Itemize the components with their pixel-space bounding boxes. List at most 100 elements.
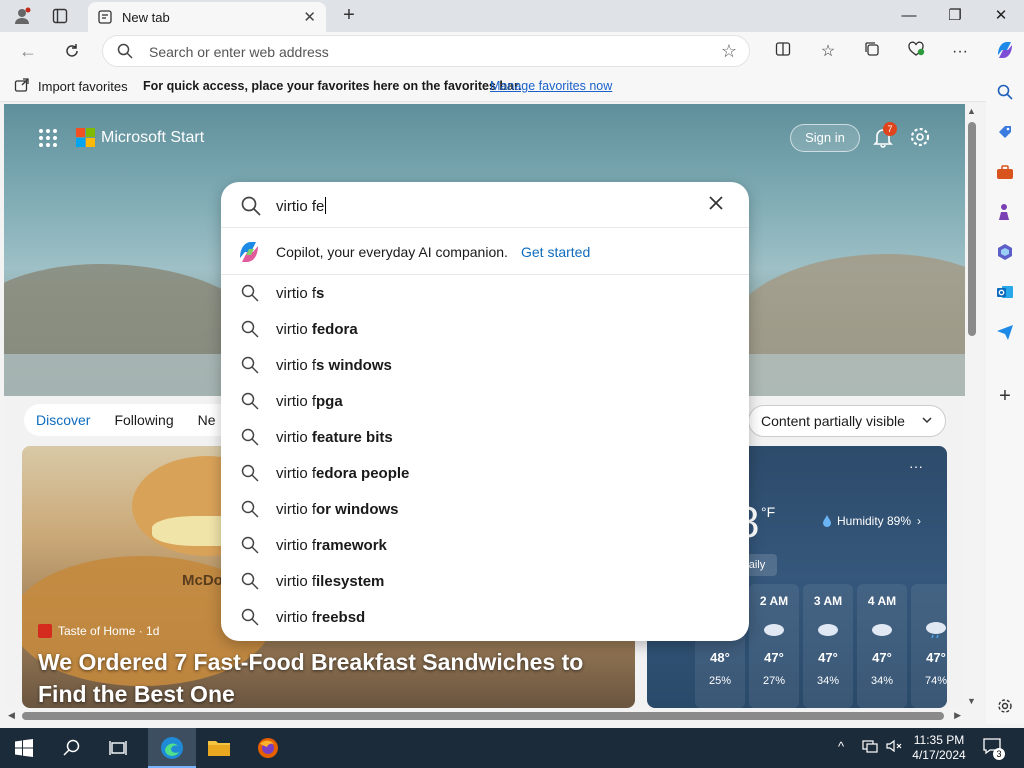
outlook-icon[interactable] — [993, 280, 1017, 304]
tab-news[interactable]: Ne — [198, 412, 216, 428]
humidity-info[interactable]: Humidity 89% › — [821, 514, 921, 528]
hour-precip: 27% — [762, 675, 786, 687]
search-icon — [241, 464, 259, 485]
rain-cloud-icon — [911, 620, 947, 640]
search-query-input[interactable]: virtio fe — [276, 197, 327, 215]
page-settings-icon[interactable] — [909, 126, 931, 148]
tab-actions-icon[interactable] — [50, 6, 70, 26]
suggestion-prefix: virtio f — [276, 609, 317, 626]
search-suggestion[interactable]: virtio fs — [221, 275, 749, 311]
suggestion-text: virtio fs — [276, 285, 324, 302]
show-hidden-icons[interactable]: ^ — [838, 739, 844, 754]
suggestion-text: virtio filesystem — [276, 573, 384, 590]
tab-new-tab[interactable]: New tab ✕ — [88, 2, 326, 32]
publisher-logo-icon — [38, 624, 52, 638]
copilot-get-started-link[interactable]: Get started — [521, 244, 590, 260]
scroll-down-icon[interactable]: ▼ — [967, 696, 976, 706]
profile-icon[interactable] — [12, 6, 32, 26]
search-suggestion[interactable]: virtio filesystem — [221, 563, 749, 599]
restore-button[interactable]: ❐ — [932, 4, 978, 28]
scroll-thumb[interactable] — [968, 122, 976, 336]
drop-icon[interactable] — [993, 320, 1017, 344]
content-visibility-dropdown[interactable]: Content partially visible — [748, 405, 946, 437]
horizontal-scrollbar[interactable]: ◀ ▶ — [4, 708, 965, 724]
file-explorer-icon[interactable] — [207, 736, 231, 760]
search-suggestion[interactable]: virtio fedora — [221, 311, 749, 347]
search-suggestion[interactable]: virtio framework — [221, 527, 749, 563]
news-source-label: Taste of Home · 1d — [58, 624, 160, 638]
task-view-icon[interactable] — [106, 736, 130, 760]
hour-temp: 47° — [764, 650, 784, 665]
search-suggestion[interactable]: virtio for windows — [221, 491, 749, 527]
tab-title: New tab — [122, 9, 170, 25]
search-icon[interactable] — [60, 736, 84, 760]
vertical-scrollbar[interactable]: ▲ ▼ — [965, 104, 979, 708]
suggestion-prefix: virtio f — [276, 537, 317, 554]
news-headline[interactable]: We Ordered 7 Fast-Food Breakfast Sandwic… — [38, 646, 618, 708]
chevron-right-icon: › — [917, 514, 922, 528]
tab-following[interactable]: Following — [114, 412, 173, 428]
sidebar-settings-icon[interactable] — [993, 694, 1017, 718]
network-icon[interactable] — [862, 739, 878, 756]
microsoft-365-icon[interactable] — [993, 240, 1017, 264]
address-placeholder: Search or enter web address — [149, 44, 329, 60]
add-favorite-icon[interactable]: ☆ — [721, 41, 737, 62]
search-suggestion[interactable]: virtio freebsd — [221, 599, 749, 635]
split-screen-icon[interactable] — [772, 41, 794, 63]
suggestion-completion: s — [316, 285, 325, 302]
settings-more-icon[interactable]: ··· — [949, 41, 971, 63]
import-favorites-label: Import favorites — [38, 78, 128, 94]
shopping-icon[interactable] — [993, 120, 1017, 144]
copilot-icon[interactable] — [993, 38, 1017, 62]
hour-temp: 47° — [818, 650, 838, 665]
scroll-thumb[interactable] — [22, 712, 944, 720]
favorites-hint: For quick access, place your favorites h… — [143, 79, 522, 93]
scroll-right-icon[interactable]: ▶ — [954, 710, 961, 721]
edge-icon — [161, 737, 183, 759]
copilot-suggestion[interactable]: Copilot, your everyday AI companion. Get… — [221, 229, 749, 275]
windows-start-icon[interactable] — [12, 736, 36, 760]
favorites-icon[interactable]: ☆ — [817, 41, 839, 63]
add-sidebar-app-icon[interactable]: + — [993, 384, 1017, 408]
system-clock[interactable]: 11:35 PM 4/17/2024 — [906, 733, 972, 763]
search-suggestion[interactable]: virtio feature bits — [221, 419, 749, 455]
manage-favorites-link[interactable]: Manage favorites now — [490, 79, 612, 93]
suggestion-prefix: virtio f — [276, 285, 317, 302]
hour-temp: 47° — [926, 650, 946, 665]
hour-precip: 34% — [870, 675, 894, 687]
search-suggestion[interactable]: virtio fpga — [221, 383, 749, 419]
collections-icon[interactable] — [861, 41, 883, 63]
search-icon — [241, 320, 259, 341]
games-icon[interactable] — [993, 200, 1017, 224]
more-options-icon[interactable]: ··· — [909, 458, 923, 474]
suggestion-completion: s windows — [316, 357, 392, 374]
app-launcher-icon[interactable] — [38, 128, 58, 148]
browser-essentials-icon[interactable] — [905, 41, 927, 63]
suggestion-text: virtio fedora — [276, 321, 358, 338]
news-source: Taste of Home · 1d — [38, 624, 159, 638]
search-icon[interactable] — [993, 80, 1017, 104]
import-favorites-button[interactable]: Import favorites — [14, 78, 128, 94]
tools-icon[interactable] — [993, 160, 1017, 184]
refresh-button[interactable] — [60, 40, 84, 62]
microsoft-start-logo[interactable]: Microsoft Start — [76, 128, 204, 147]
minimize-button[interactable]: — — [886, 4, 932, 28]
search-suggestion[interactable]: virtio fs windows — [221, 347, 749, 383]
close-tab-icon[interactable]: ✕ — [303, 8, 316, 26]
clear-search-icon[interactable] — [707, 194, 725, 215]
new-tab-button[interactable]: + — [338, 5, 360, 27]
taskbar-edge-button[interactable] — [148, 728, 196, 768]
address-bar[interactable]: Search or enter web address ☆ — [102, 35, 750, 67]
sign-in-button[interactable]: Sign in — [790, 124, 860, 152]
scroll-up-icon[interactable]: ▲ — [967, 106, 976, 116]
suggestion-prefix: virtio f — [276, 393, 317, 410]
scroll-left-icon[interactable]: ◀ — [8, 710, 15, 721]
tab-discover[interactable]: Discover — [36, 412, 90, 428]
close-window-button[interactable]: ✕ — [978, 4, 1024, 28]
back-button[interactable]: ← — [16, 40, 40, 62]
search-suggestion[interactable]: virtio fedora people — [221, 455, 749, 491]
firefox-icon[interactable] — [256, 736, 280, 760]
volume-muted-icon[interactable] — [886, 739, 902, 756]
page-search-box[interactable]: virtio fe — [221, 182, 749, 228]
search-icon — [241, 428, 259, 449]
